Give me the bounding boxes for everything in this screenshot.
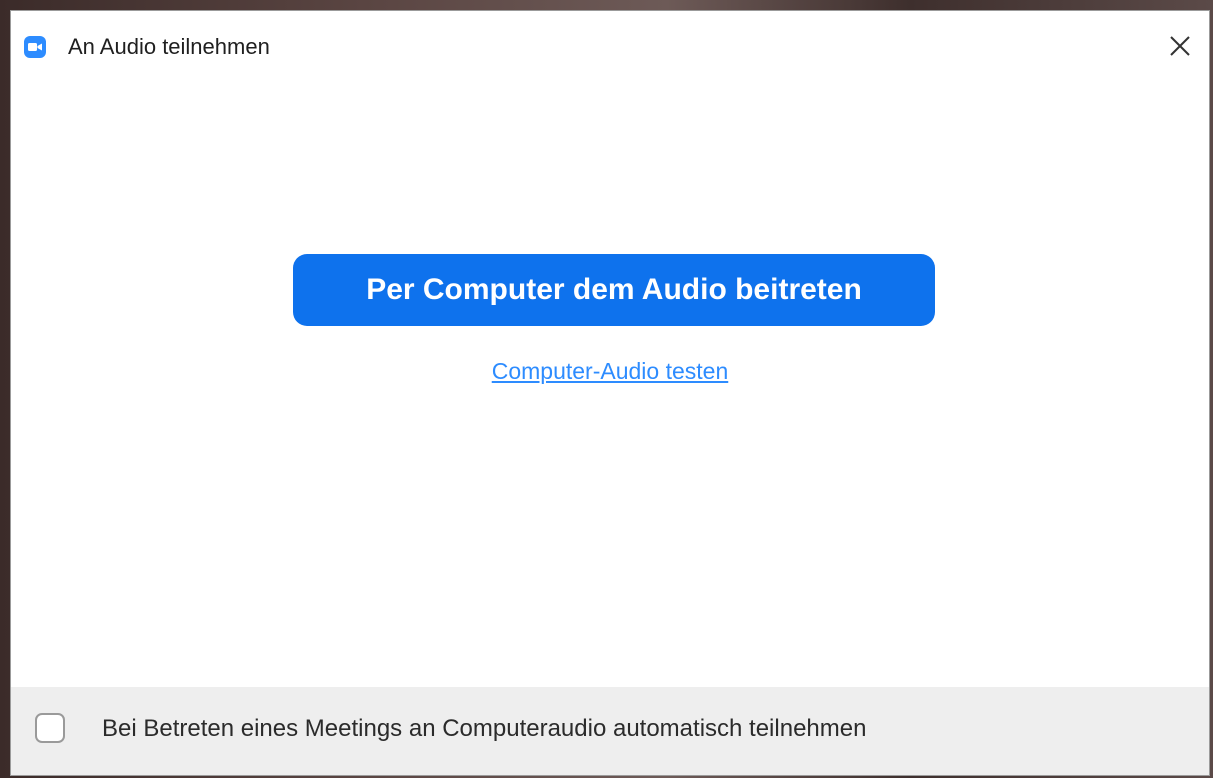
window-title: An Audio teilnehmen: [68, 34, 270, 59]
dialog-footer: Bei Betreten eines Meetings an Computera…: [11, 687, 1209, 775]
auto-join-checkbox[interactable]: [35, 713, 65, 743]
close-icon[interactable]: [1165, 31, 1195, 61]
join-audio-dialog: An Audio teilnehmen Per Computer dem Aud…: [10, 10, 1210, 776]
test-audio-link-wrapper: Computer-Audio testen: [11, 356, 1209, 386]
auto-join-checkbox-label[interactable]: Bei Betreten eines Meetings an Computera…: [102, 713, 866, 745]
title-bar: An Audio teilnehmen: [11, 11, 1209, 81]
test-computer-audio-link[interactable]: Computer-Audio testen: [492, 358, 729, 384]
join-computer-audio-button[interactable]: Per Computer dem Audio beitreten: [293, 254, 935, 326]
zoom-video-camera-icon: [24, 36, 46, 58]
